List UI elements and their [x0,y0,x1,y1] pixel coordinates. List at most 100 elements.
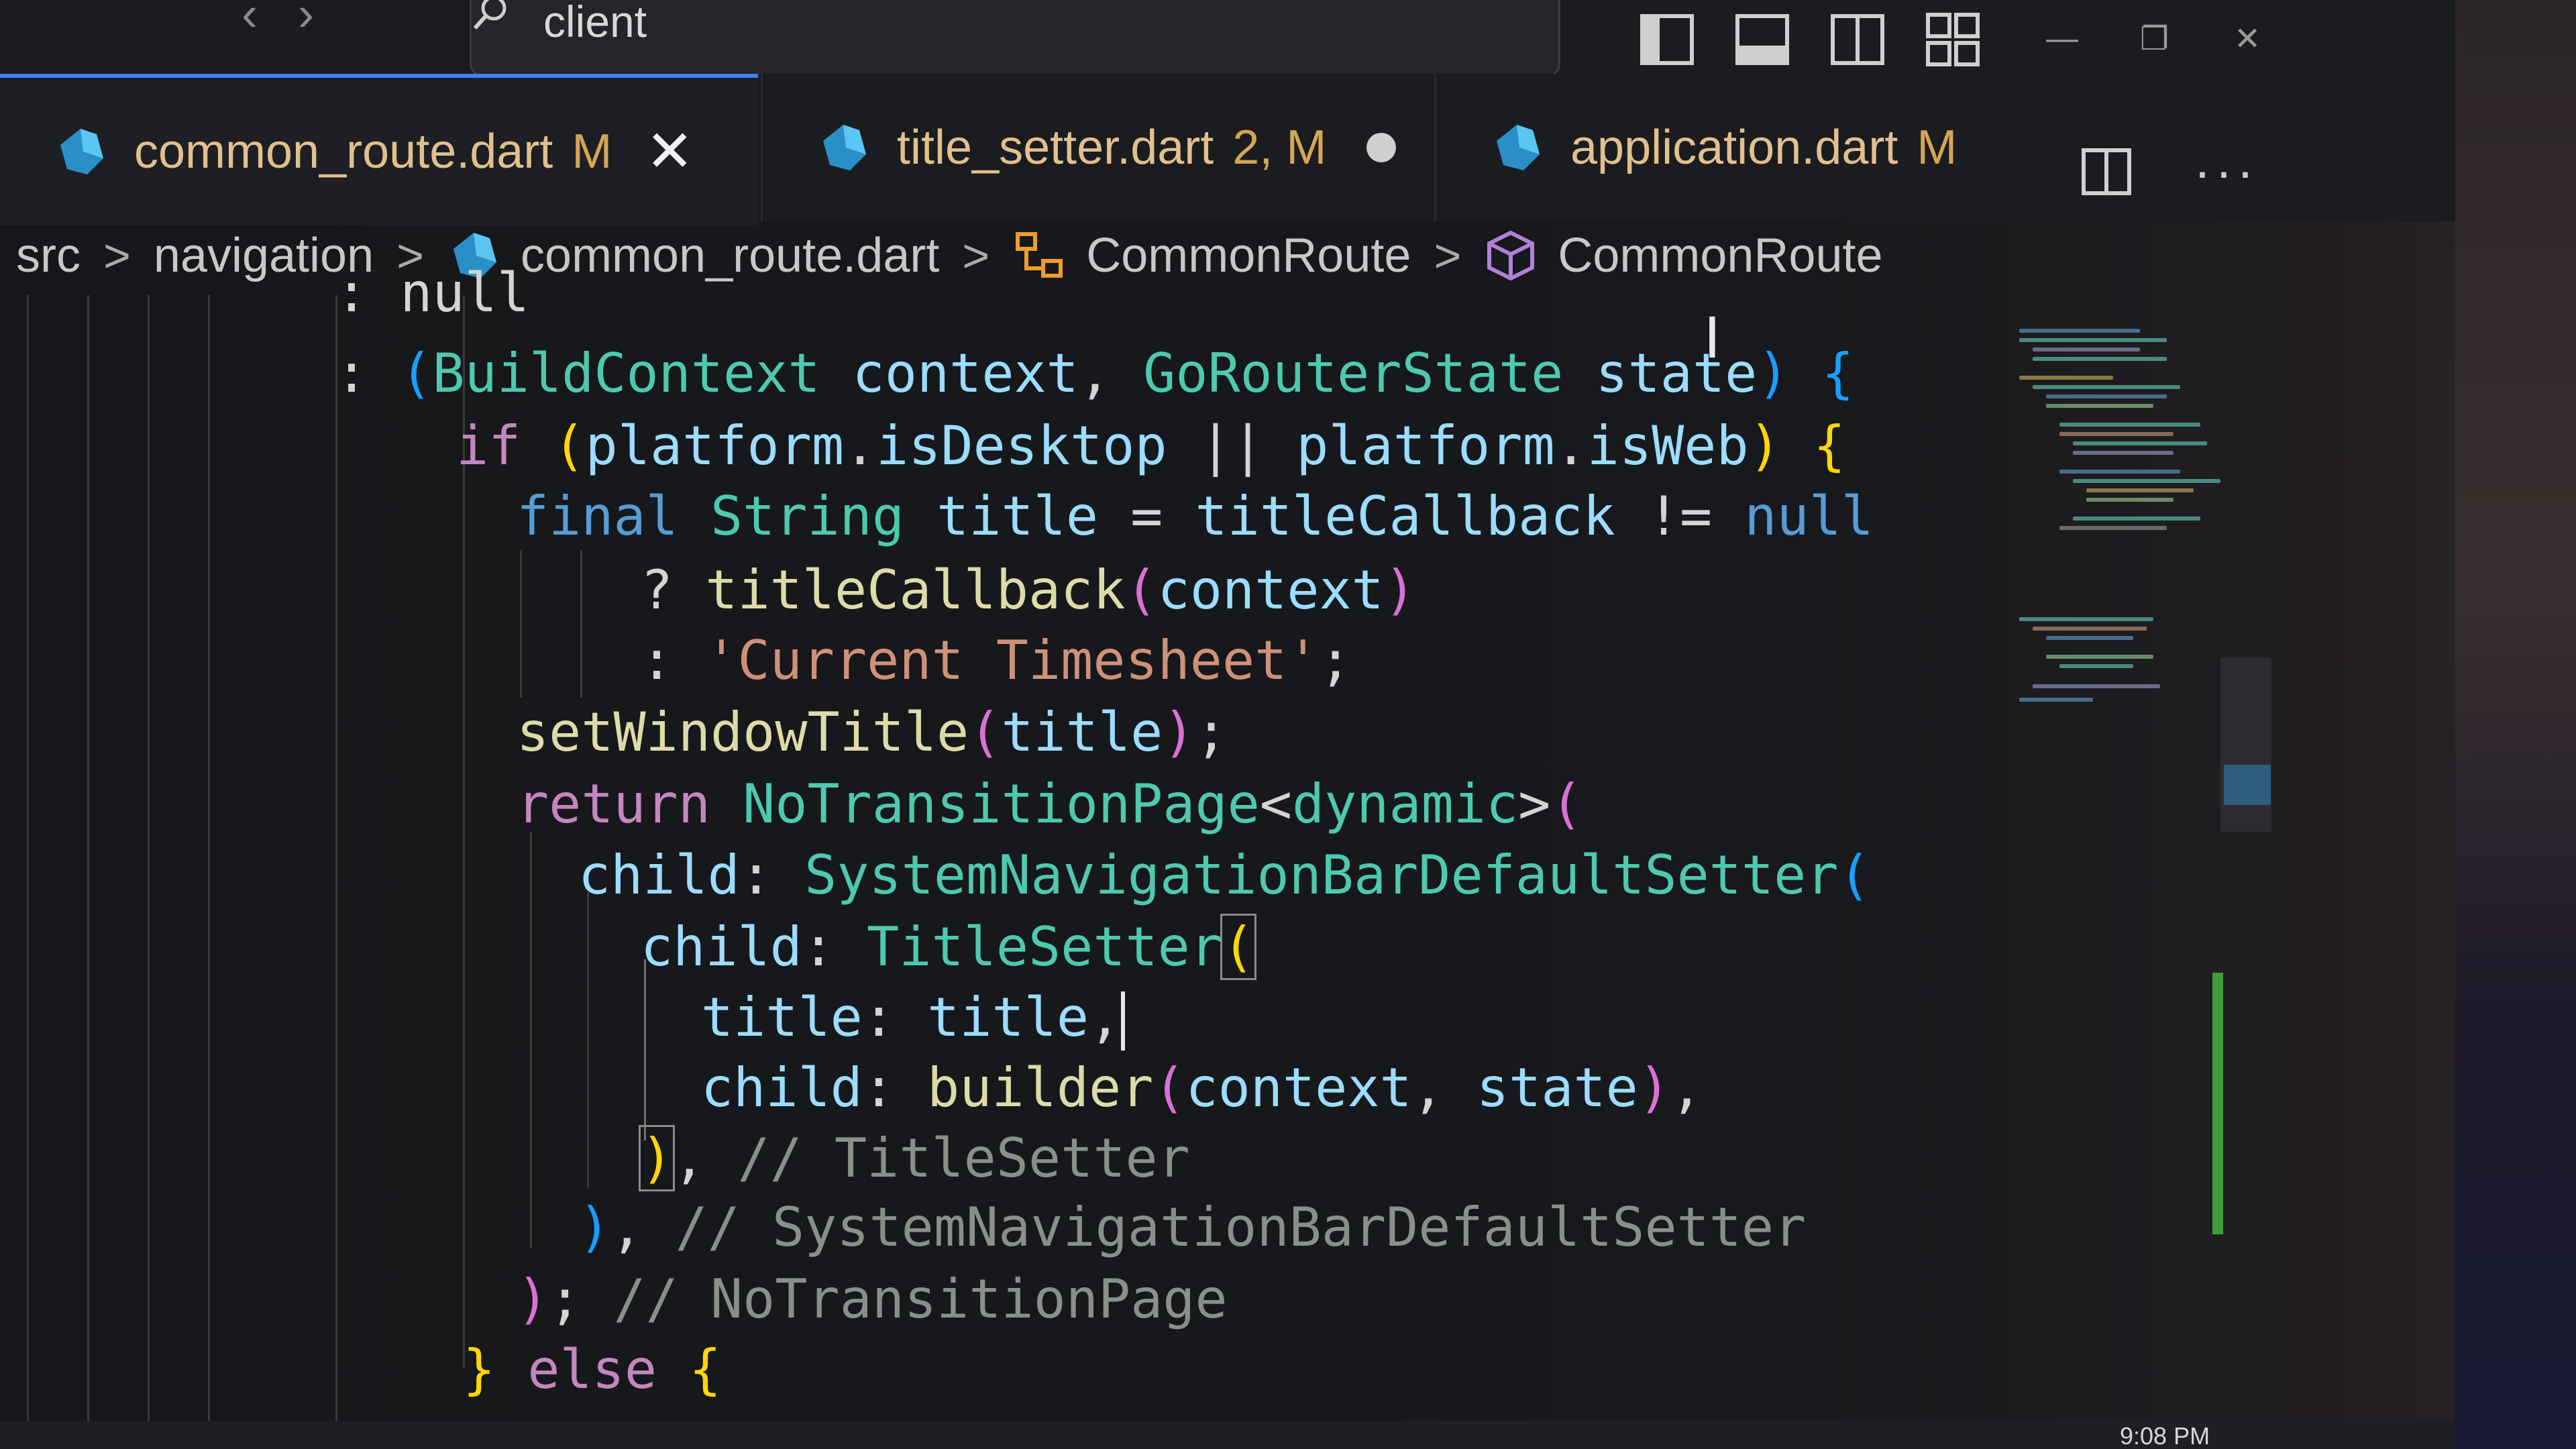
more-actions-icon[interactable]: ··· [2194,141,2258,202]
code-token: . [843,415,877,477]
minimap-line [2019,617,2153,621]
code-token: ) [1383,559,1416,621]
minimap-line [2033,347,2140,352]
minimap-line [2033,357,2167,361]
minimap-line [2033,684,2160,688]
search-icon [473,0,506,30]
breadcrumb-item-src[interactable]: src [16,228,80,283]
minimap-line [2019,338,2167,342]
code-token: title [701,986,863,1049]
tab-application[interactable]: application.dart M [1434,74,2040,221]
code-token: ? [641,559,674,621]
code-token: , [1089,986,1122,1049]
matching-bracket: ) [638,1125,676,1191]
code-token: : [739,844,772,906]
code-line: ), // SystemNavigationBarDefaultSetter [578,1196,1806,1258]
code-line: ? titleCallback(context) [641,559,1416,621]
breadcrumb-item-class[interactable]: CommonRoute [1086,228,1411,283]
code-token: title [1001,701,1163,763]
layout-controls [1637,9,1983,70]
tab-common-route[interactable]: common_route.dart M ✕ [0,74,758,225]
code-token: = [1130,485,1163,547]
code-token: SystemNavigationBarDefaultSetter [804,844,1839,906]
code-token: ; [1319,629,1352,692]
code-token: || [1199,415,1265,477]
minimap-line [2033,385,2180,389]
code-editor[interactable]: : null : (BuildContext context, GoRouter… [0,262,2012,1449]
indent-guide-active [644,959,646,1140]
code-line: child: builder(context, state), [701,1057,1703,1119]
code-token: ) [578,1196,611,1258]
minimize-icon[interactable]: — [2046,20,2078,57]
back-arrow-icon[interactable]: ‹ [241,0,298,41]
code-token: final [517,485,678,547]
minimap-line [2086,498,2174,502]
indent-guide [208,295,210,1449]
git-diff-added-bar[interactable] [2212,973,2223,1234]
breadcrumb-item-member[interactable]: CommonRoute [1558,228,1882,283]
minimap-slider[interactable] [2220,657,2271,832]
code-line: : null [335,262,529,324]
close-window-icon[interactable]: ✕ [2234,20,2261,58]
code-token: TitleSetter [867,916,1222,978]
code-token: , [1411,1057,1444,1119]
code-token: < [1259,773,1292,835]
code-token: , [610,1196,643,1258]
indent-guide [587,892,589,1187]
code-token: { [1821,342,1854,405]
code-token: state [1477,1057,1638,1119]
code-line: setWindowTitle(title); [517,701,1228,763]
code-token: String [710,485,904,547]
code-token: return [517,773,710,835]
code-token: 'Current Timesheet' [705,629,1320,692]
toggle-secondary-sidebar-icon[interactable] [1827,9,1888,70]
code-token: GoRouterState [1143,342,1564,405]
minimap[interactable] [2012,322,2241,792]
code-token: ) [1748,415,1781,477]
code-token: ) [517,1268,549,1330]
code-token: ( [400,342,433,405]
close-tab-icon[interactable]: ✕ [645,118,694,185]
forward-arrow-icon[interactable]: › [298,0,354,41]
indent-guide [27,295,29,1449]
code-token: if [456,415,521,477]
split-editor-icon[interactable] [2080,145,2133,199]
code-line: if (platform.isDesktop || platform.isWeb… [456,415,1845,477]
indent-guide [530,832,532,1248]
code-token: ( [1125,559,1158,621]
tab-title-setter[interactable]: title_setter.dart 2, M [761,74,1434,221]
code-token: titleCallback [705,559,1126,621]
editor-tabs: common_route.dart M ✕ title_setter.dart … [0,74,2455,225]
minimap-line [2019,329,2140,333]
code-token: platform [585,415,844,477]
code-token: titleCallback [1195,485,1615,547]
code-line: final String title = titleCallback != nu… [517,485,1874,547]
code-line: : 'Current Timesheet'; [641,629,1352,692]
code-token: > [1518,773,1551,835]
toggle-primary-sidebar-icon[interactable] [1637,9,1697,70]
breadcrumb-separator: > [103,229,131,282]
toggle-panel-icon[interactable] [1732,9,1792,70]
breadcrumb-item-file[interactable]: common_route.dart [521,228,939,283]
minimap-line [2046,655,2153,659]
vscode-window: ‹› client — ❐ ✕ common_route.dart M ✕ ti… [0,0,2576,1449]
indent-guide [580,550,582,698]
search-text: client [543,0,647,46]
customize-layout-icon[interactable] [1923,9,1983,70]
class-icon [1016,232,1063,278]
code-token: ( [553,415,586,477]
code-token: { [1813,415,1846,477]
minimap-line [2033,627,2147,631]
minimap-line [2073,441,2207,445]
tab-label: application.dart [1570,121,1898,174]
taskbar-clock[interactable]: 9:08 PM [2120,1422,2210,1449]
code-token: , [1078,342,1111,405]
unsaved-dot-icon[interactable] [1366,133,1397,162]
screen-bezel [2455,0,2576,1449]
history-nav: ‹› [241,0,354,42]
tab-actions: ··· [2080,141,2258,202]
code-line: ); // NoTransitionPage [517,1268,1228,1330]
code-token: : [802,916,835,978]
code-token: ( [1550,773,1583,835]
restore-icon[interactable]: ❐ [2140,20,2169,58]
